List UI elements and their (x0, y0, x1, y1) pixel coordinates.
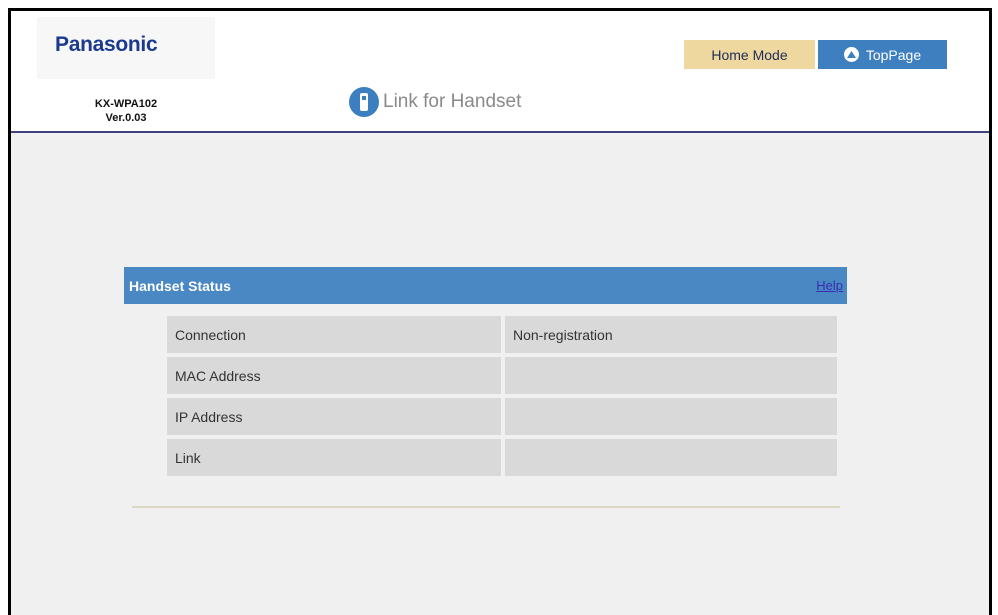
row-label: Link (167, 439, 501, 476)
device-info: KX-WPA102 Ver.0.03 (71, 97, 181, 125)
table-row: Link (167, 439, 837, 476)
section-title: Handset Status (129, 277, 231, 294)
up-arrow-circle-icon (843, 47, 859, 62)
row-label: MAC Address (167, 357, 501, 394)
home-mode-button[interactable]: Home Mode (684, 40, 815, 69)
table-row: IP Address (167, 398, 837, 435)
row-label: IP Address (167, 398, 501, 435)
row-value (505, 398, 837, 435)
top-page-label: TopPage (865, 46, 922, 63)
row-label: Connection (167, 316, 501, 353)
row-value (505, 439, 837, 476)
browser-frame: Panasonic KX-WPA102 Ver.0.03 Link for Ha… (8, 8, 992, 615)
home-mode-label: Home Mode (711, 46, 788, 63)
section-divider (132, 506, 840, 508)
logo-area: Panasonic (37, 17, 215, 79)
firmware-version: Ver.0.03 (105, 112, 147, 124)
page-title-text: Link for Handset (383, 91, 522, 112)
table-row: Connection Non-registration (167, 316, 837, 353)
page-header: Panasonic KX-WPA102 Ver.0.03 Link for Ha… (11, 11, 989, 131)
row-value: Non-registration (505, 316, 837, 353)
section-header: Handset Status Help (124, 267, 847, 304)
handset-icon (349, 87, 379, 117)
main-content: Handset Status Help Connection Non-regis… (11, 133, 989, 615)
status-table: Connection Non-registration MAC Address … (163, 312, 841, 480)
row-value (505, 357, 837, 394)
page-title: Link for Handset (349, 87, 521, 117)
panasonic-logo: Panasonic (55, 33, 158, 56)
model-name: KX-WPA102 (94, 98, 158, 110)
table-row: MAC Address (167, 357, 837, 394)
help-link[interactable]: Help (816, 278, 843, 293)
top-page-button[interactable]: TopPage (818, 40, 947, 69)
